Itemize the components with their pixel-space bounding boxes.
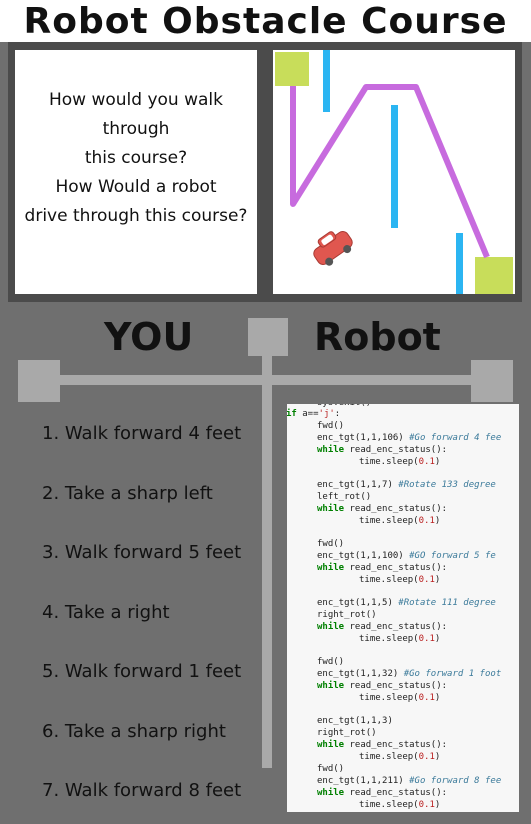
step-item: 3. Walk forward 5 feet (42, 542, 242, 563)
code-line: fwd() (317, 421, 345, 431)
question-text: How would you walk through this course? … (24, 90, 248, 226)
obstacle-2 (391, 105, 398, 228)
step-item: 2. Take a sharp left (42, 483, 213, 504)
code-line: time.sleep(0.1) (359, 800, 441, 810)
question-panel: How would you walk through this course? … (15, 50, 257, 294)
code-line: right_rot() (317, 728, 377, 738)
start-square (275, 52, 309, 86)
code-line: right_rot() (317, 610, 377, 620)
code-line: while read_enc_status(): (317, 681, 448, 691)
walking-path (290, 84, 490, 259)
robot-heading: Robot (314, 315, 441, 359)
code-line: time.sleep(0.1) (359, 634, 441, 644)
page-title: Robot Obstacle Course (23, 1, 508, 42)
code-line: fwd() (317, 539, 345, 549)
goal-square (475, 257, 513, 294)
code-line: fwd() (317, 764, 345, 774)
code-line: while read_enc_status(): (317, 445, 448, 455)
code-line: while read_enc_status(): (317, 740, 448, 750)
code-line: enc_tgt(1,1,5) #Rotate 111 degree (317, 598, 496, 608)
code-line: enc_tgt(1,1,211) #Go forward 8 fee (317, 776, 502, 786)
code-line: fwd() (317, 657, 345, 667)
code-line: left_rot() (317, 492, 372, 502)
code-line: while read_enc_status(): (317, 504, 448, 514)
code-line: time.sleep(0.1) (359, 457, 441, 467)
code-line: enc_tgt(1,1,106) #Go forward 4 fee (317, 433, 502, 443)
code-line: enc_tgt(1,1,32) #Go forward 1 foot (317, 669, 502, 679)
robot-code-panel: sys.exit()if a=='j':fwd()enc_tgt(1,1,106… (287, 404, 519, 812)
code-line: enc_tgt(1,1,3) (317, 716, 393, 726)
step-item: 4. Take a right (42, 602, 170, 623)
obstacle-1 (323, 50, 330, 112)
step-item: 5. Walk forward 1 feet (42, 661, 242, 682)
code-line: while read_enc_status(): (317, 563, 448, 573)
code-line: time.sleep(0.1) (359, 516, 441, 526)
course-map (273, 50, 515, 294)
code-line: time.sleep(0.1) (359, 752, 441, 762)
code-line: time.sleep(0.1) (359, 575, 441, 585)
code-line: enc_tgt(1,1,100) #GO forward 5 fe (317, 551, 496, 561)
step-item: 1. Walk forward 4 feet (42, 423, 242, 444)
code-line: enc_tgt(1,1,7) #Rotate 133 degree (317, 480, 496, 490)
title-bar: Robot Obstacle Course (0, 0, 531, 42)
obstacle-3 (456, 233, 463, 294)
code-line: if a=='j': (287, 409, 341, 419)
you-heading: YOU (104, 315, 194, 359)
course-diagram (275, 50, 513, 294)
code-line: time.sleep(0.1) (359, 693, 441, 703)
divider-vertical-bar (262, 340, 272, 768)
step-item: 6. Take a sharp right (42, 721, 226, 742)
code-line: while read_enc_status(): (317, 788, 448, 798)
step-item: 7. Walk forward 8 feet (42, 780, 242, 801)
car-icon (313, 231, 353, 266)
code-line: while read_enc_status(): (317, 622, 448, 632)
